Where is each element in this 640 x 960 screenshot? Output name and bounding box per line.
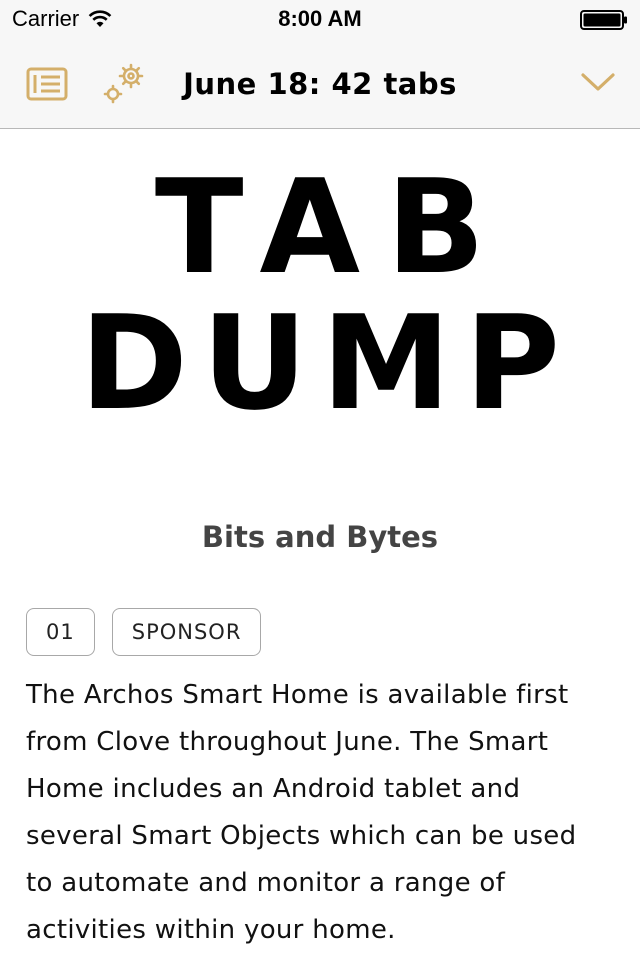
battery-icon	[580, 10, 627, 30]
article-tags: 01 SPONSOR	[26, 608, 262, 656]
article-number-badge: 01	[26, 608, 95, 656]
chevron-down-icon[interactable]	[580, 68, 616, 96]
status-time: 8:00 AM	[278, 6, 362, 31]
logo-line-tab: TAB	[154, 151, 512, 303]
nav-title: June 18: 42 tabs	[183, 67, 457, 101]
logo-line-dump: DUMP	[79, 287, 575, 439]
navigation-bar: June 18: 42 tabs	[0, 40, 640, 129]
sponsor-badge: SPONSOR	[111, 608, 262, 656]
article-body: The Archos Smart Home is available first…	[26, 680, 577, 945]
section-title: Bits and Bytes	[201, 520, 439, 554]
status-bar: Carrier 8:00 AM	[0, 0, 640, 40]
